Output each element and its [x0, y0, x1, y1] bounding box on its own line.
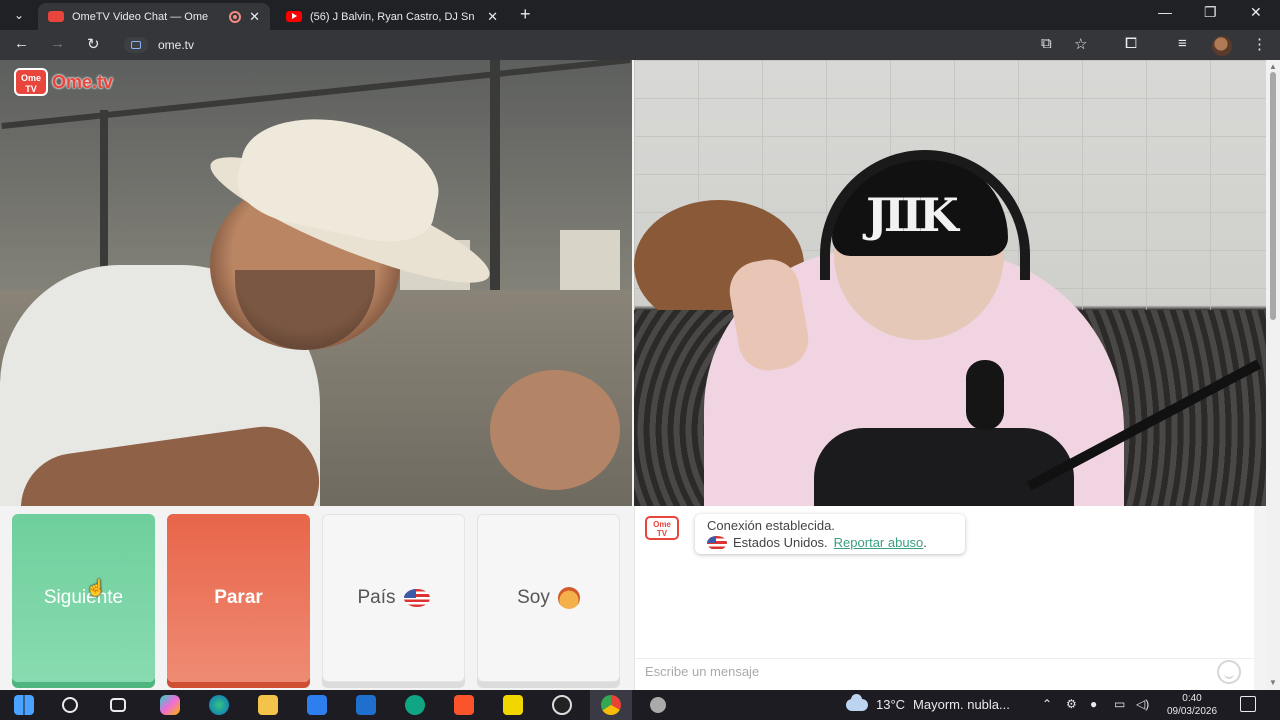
notification-icon[interactable]: [1240, 696, 1256, 712]
next-button[interactable]: Siguiente: [12, 514, 155, 682]
file-explorer-icon[interactable]: [258, 695, 278, 715]
scroll-up-icon[interactable]: ▲: [1269, 62, 1277, 71]
page-scrollbar[interactable]: ▲ ▼: [1266, 60, 1280, 690]
microphone-icon[interactable]: ●: [1090, 697, 1097, 711]
browser-toolbar: ← → ↻ ome.tv ⧉ ☆ ⧠ ≡ ⋮: [0, 30, 1280, 60]
local-video: Ome TV Ome.tv: [0, 60, 632, 506]
chrome-icon[interactable]: [601, 695, 621, 715]
report-abuse-link[interactable]: Reportar abuso: [834, 535, 924, 550]
back-icon[interactable]: ←: [14, 35, 29, 52]
ometv-logo-text: Ome.tv: [52, 71, 114, 92]
stop-button[interactable]: Parar: [167, 514, 310, 682]
ometv-logo[interactable]: Ome TV Ome.tv: [14, 68, 113, 96]
weather-temp: 13°C: [876, 697, 906, 712]
obs-icon[interactable]: [552, 695, 572, 715]
chevron-up-icon[interactable]: ⌃: [1042, 697, 1052, 711]
gender-button[interactable]: Soy: [477, 514, 620, 682]
copilot-icon[interactable]: [160, 695, 180, 715]
restore-button[interactable]: ❐: [1204, 4, 1217, 21]
partner-country: Estados Unidos.: [733, 535, 828, 550]
search-icon[interactable]: [62, 697, 78, 713]
weather-text: Mayorm. nubla...: [913, 697, 1010, 712]
brave-icon[interactable]: [454, 695, 474, 715]
microphone: [966, 360, 1004, 430]
start-icon[interactable]: [14, 695, 34, 715]
gender-button-label: Soy: [517, 587, 550, 608]
stop-button-label: Parar: [214, 587, 263, 608]
site-info-icon[interactable]: [124, 37, 148, 53]
ometv-logo-badge: Ome TV: [14, 68, 48, 96]
address-text: ome.tv: [158, 38, 195, 52]
emoji-icon[interactable]: [1217, 660, 1241, 684]
address-bar[interactable]: ome.tv: [124, 34, 1024, 56]
app2-icon[interactable]: [650, 697, 666, 713]
menu-icon[interactable]: ⋮: [1252, 35, 1267, 53]
tray-app-icon[interactable]: ⚙: [1066, 697, 1077, 711]
forward-icon[interactable]: →: [50, 35, 65, 52]
media-icon[interactable]: ≡: [1178, 35, 1187, 52]
country-button-label: País: [357, 587, 396, 608]
edge-icon[interactable]: [209, 695, 229, 715]
windows-taskbar: 13°C Mayorm. nubla... ⌃ ⚙ ● ▭ ◁) 0:40 09…: [0, 690, 1280, 720]
us-flag-icon: [707, 535, 727, 550]
extensions-icon[interactable]: ⧠: [1125, 35, 1137, 52]
clock-date: 09/03/2026: [1166, 706, 1218, 717]
outlook-icon[interactable]: [356, 695, 376, 715]
reload-icon[interactable]: ↻: [87, 35, 100, 53]
network-icon[interactable]: ▭: [1114, 697, 1125, 711]
us-flag-icon: [403, 589, 430, 607]
ometv-page: Ome TV Ome.tv JIIK Siguiente Parar País …: [0, 60, 1266, 690]
volume-icon[interactable]: ◁): [1136, 697, 1149, 711]
close-tab-icon[interactable]: ✕: [249, 9, 260, 25]
star-icon[interactable]: ☆: [1074, 35, 1087, 53]
close-tab-icon[interactable]: ✕: [487, 9, 498, 25]
sticky-notes-icon[interactable]: [503, 695, 523, 715]
tab-youtube[interactable]: (56) J Balvin, Ryan Castro, DJ Sn ✕: [276, 3, 508, 30]
chat-divider: [635, 658, 1255, 659]
close-window-button[interactable]: ✕: [1250, 4, 1262, 21]
tab-bar: ⌄ OmeTV Video Chat — Ome ✕ (56) J Balvin…: [0, 0, 1280, 30]
profile-avatar[interactable]: [1212, 36, 1232, 56]
cloudy-icon: [846, 693, 868, 711]
next-button-label: Siguiente: [43, 587, 124, 608]
weather-widget[interactable]: 13°C Mayorm. nubla...: [846, 693, 1010, 712]
streamer-legs: [814, 428, 1074, 506]
partner-country-row: Estados Unidos. Reportar abuso.: [707, 535, 953, 550]
scrollbar-thumb[interactable]: [1270, 72, 1276, 320]
scroll-down-icon[interactable]: ▼: [1269, 678, 1277, 687]
connection-status: Conexión establecida.: [707, 518, 835, 533]
remote-video: JIIK: [634, 60, 1266, 506]
ometv-favicon-icon: [48, 11, 64, 22]
hand-cursor-icon: ☝: [86, 580, 106, 597]
system-message: Conexión establecida. Estados Unidos. Re…: [695, 514, 965, 554]
app-icon[interactable]: [405, 695, 425, 715]
boy-face-icon: [557, 587, 580, 609]
message-input[interactable]: Escribe un mensaje: [645, 664, 759, 679]
person-hand: [490, 370, 620, 490]
tab-search-dropdown-icon[interactable]: ⌄: [8, 5, 30, 25]
warehouse-column: [490, 60, 500, 320]
tab-ometv[interactable]: OmeTV Video Chat — Ome ✕: [38, 3, 270, 30]
youtube-favicon-icon: [286, 11, 302, 22]
store-icon[interactable]: [307, 695, 327, 715]
minimize-button[interactable]: —: [1158, 4, 1172, 20]
clock-time: 0:40: [1182, 693, 1202, 704]
tab-title: OmeTV Video Chat — Ome: [72, 10, 209, 23]
cast-icon[interactable]: ⧉: [1041, 35, 1052, 52]
ometv-chat-logo-icon: Ome TV: [645, 516, 679, 540]
clock[interactable]: 0:40 09/03/2026: [1160, 692, 1224, 718]
task-view-icon[interactable]: [110, 698, 126, 712]
chat-panel: Ome TV Conexión establecida. Estados Uni…: [634, 506, 1255, 690]
tab-title: (56) J Balvin, Ryan Castro, DJ Sn: [310, 10, 475, 23]
new-tab-button[interactable]: +: [520, 4, 531, 25]
warehouse-crate: [560, 230, 620, 290]
recording-icon: [229, 10, 242, 23]
report-suffix: .: [923, 535, 927, 550]
country-button[interactable]: País: [322, 514, 465, 682]
